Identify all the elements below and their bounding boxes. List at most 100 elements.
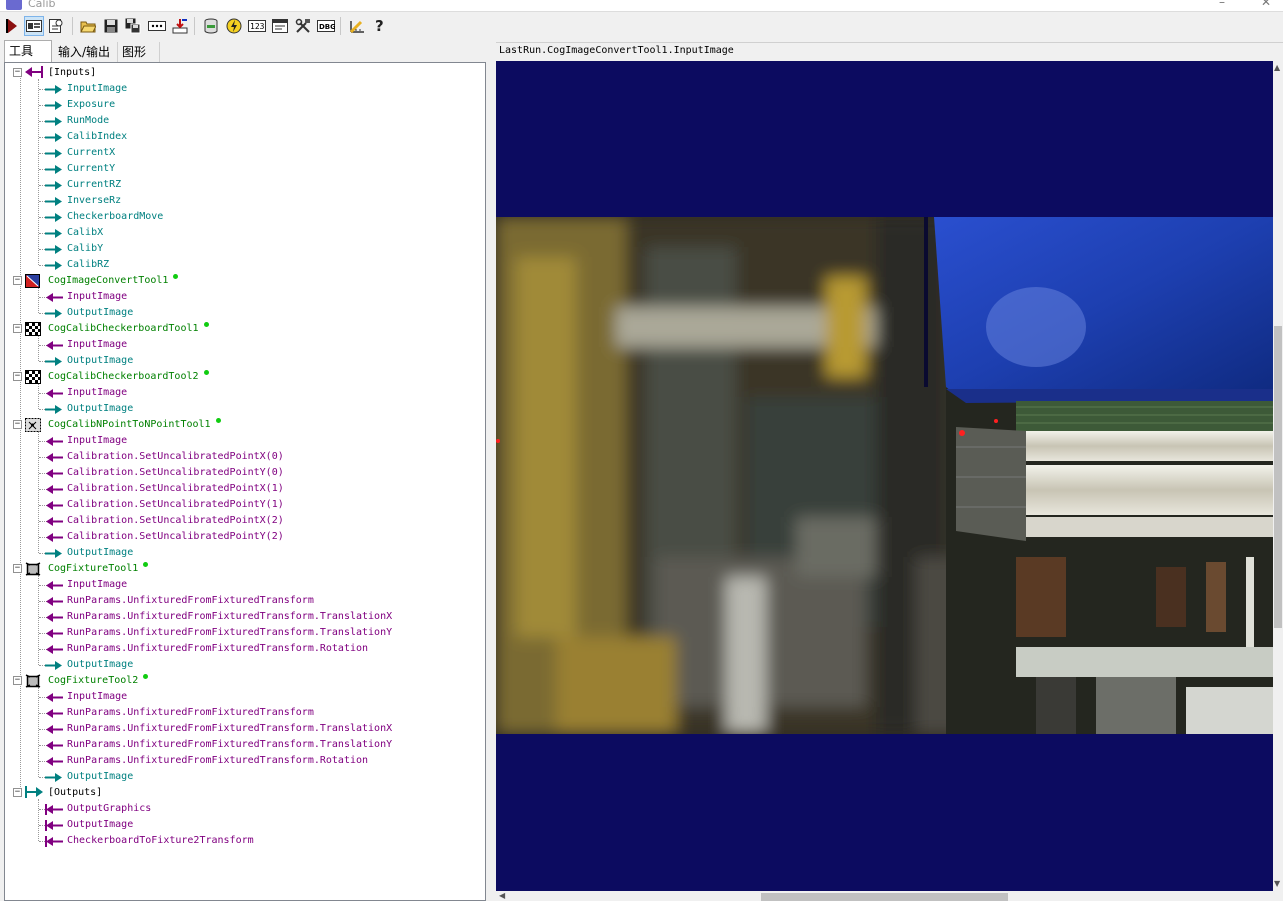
tree-tool-node[interactable]: − CogImageConvertTool1 (5, 273, 485, 289)
tree-terminal-node[interactable]: Exposure (5, 97, 485, 113)
tree-terminal-node[interactable]: InputImage (5, 81, 485, 97)
tree-tool-node[interactable]: − CogFixtureTool1 (5, 561, 485, 577)
terminal-icon[interactable] (270, 16, 290, 36)
database-icon[interactable] (201, 16, 221, 36)
tree-group-node[interactable]: − [Outputs] (5, 785, 485, 801)
tree-terminal-node[interactable]: CheckerboardMove (5, 209, 485, 225)
collapse-icon[interactable]: − (13, 788, 22, 797)
tree-terminal-node[interactable]: RunParams.UnfixturedFromFixturedTransfor… (5, 593, 485, 609)
tree-terminal-node[interactable]: InputImage (5, 577, 485, 593)
tree-terminal-node[interactable]: RunParams.UnfixturedFromFixturedTransfor… (5, 625, 485, 641)
close-icon[interactable]: ✕ (1256, 0, 1276, 9)
open-folder-icon[interactable] (78, 16, 98, 36)
minimize-icon[interactable]: – (1212, 0, 1232, 9)
tree-terminal-node[interactable]: OutputImage (5, 305, 485, 321)
tab-graphics[interactable]: 图形 (118, 42, 160, 62)
run-icon[interactable] (2, 16, 22, 36)
save-as-icon[interactable] (123, 16, 143, 36)
image-display[interactable] (496, 61, 1273, 891)
viewer-header: LastRun.CogImageConvertTool1.InputImage (496, 42, 1283, 60)
vertical-scroll-thumb[interactable] (1274, 326, 1282, 628)
tree-node-label: Calibration.SetUncalibratedPointY(2) (67, 531, 284, 542)
npoint-tool-icon (25, 418, 43, 432)
tree-terminal-node[interactable]: Calibration.SetUncalibratedPointX(0) (5, 449, 485, 465)
tree-terminal-node[interactable]: RunParams.UnfixturedFromFixturedTransfor… (5, 705, 485, 721)
tree-terminal-node[interactable]: OutputImage (5, 817, 485, 833)
tree-terminal-node[interactable]: OutputImage (5, 769, 485, 785)
input-arrow-icon (45, 148, 63, 159)
collapse-icon[interactable]: − (13, 564, 22, 573)
collapse-icon[interactable]: − (13, 324, 22, 333)
tree-terminal-node[interactable]: OutputGraphics (5, 801, 485, 817)
tree-terminal-node[interactable]: InputImage (5, 289, 485, 305)
tree-tool-node[interactable]: − CogFixtureTool2 (5, 673, 485, 689)
lightning-icon[interactable] (224, 16, 244, 36)
tree-tool-node[interactable]: − CogCalibCheckerboardTool1 (5, 321, 485, 337)
tree-terminal-node[interactable]: Calibration.SetUncalibratedPointY(0) (5, 465, 485, 481)
tree-terminal-node[interactable]: RunParams.UnfixturedFromFixturedTransfor… (5, 721, 485, 737)
tree-terminal-node[interactable]: OutputImage (5, 657, 485, 673)
ellipsis-icon[interactable] (147, 16, 167, 36)
output-arrow-icon (45, 484, 63, 495)
tree-terminal-node[interactable]: CurrentY (5, 161, 485, 177)
numeric-label: 123 (250, 22, 265, 31)
tree-terminal-node[interactable]: RunMode (5, 113, 485, 129)
tree-node-label: [Inputs] (48, 67, 97, 78)
import-icon[interactable] (170, 16, 190, 36)
scroll-down-icon[interactable]: ▼ (1274, 879, 1280, 888)
tree-terminal-node[interactable]: CalibX (5, 225, 485, 241)
tree-terminal-node[interactable]: CurrentRZ (5, 177, 485, 193)
tree-terminal-node[interactable]: OutputImage (5, 353, 485, 369)
collapse-icon[interactable]: − (13, 676, 22, 685)
tree-terminal-node[interactable]: Calibration.SetUncalibratedPointX(2) (5, 513, 485, 529)
tree-group-node[interactable]: − [Inputs] (5, 65, 485, 81)
tree-terminal-node[interactable]: OutputImage (5, 401, 485, 417)
dbg-icon[interactable]: DBG (316, 16, 336, 36)
tab-tools[interactable]: 工具 (4, 40, 52, 62)
tree-node-label: CogFixtureTool1 (48, 563, 139, 574)
collapse-icon[interactable]: − (13, 372, 22, 381)
tree-terminal-node[interactable]: Calibration.SetUncalibratedPointX(1) (5, 481, 485, 497)
save-icon[interactable] (101, 16, 121, 36)
tree-terminal-node[interactable]: Calibration.SetUncalibratedPointY(1) (5, 497, 485, 513)
tree-tool-node[interactable]: − CogCalibCheckerboardTool2 (5, 369, 485, 385)
tool-tree[interactable]: − [Inputs] InputImage Exposure RunMode CalibI… (4, 62, 486, 901)
tree-terminal-node[interactable]: RunParams.UnfixturedFromFixturedTransfor… (5, 641, 485, 657)
tree-tool-node[interactable]: − CogCalibNPointToNPointTool1 (5, 417, 485, 433)
tree-terminal-node[interactable]: RunParams.UnfixturedFromFixturedTransfor… (5, 737, 485, 753)
tree-terminal-node[interactable]: RunParams.UnfixturedFromFixturedTransfor… (5, 609, 485, 625)
vertical-scrollbar[interactable]: ▲ ▼ (1273, 61, 1283, 891)
tree-terminal-node[interactable]: InputImage (5, 385, 485, 401)
ruler-icon[interactable] (347, 16, 367, 36)
tree-node-label: CalibY (67, 243, 104, 254)
numeric-123-icon[interactable]: 123 (247, 16, 267, 36)
horizontal-scroll-thumb[interactable] (761, 893, 1008, 901)
tree-terminal-node[interactable]: CalibY (5, 241, 485, 257)
help-icon[interactable]: ? (370, 16, 390, 36)
collapse-icon[interactable]: − (13, 420, 22, 429)
collapse-icon[interactable]: − (13, 276, 22, 285)
tools-icon[interactable] (293, 16, 313, 36)
input-arrow-icon (45, 244, 63, 255)
tree-terminal-node[interactable]: CurrentX (5, 145, 485, 161)
tree-terminal-node[interactable]: CheckerboardToFixture2Transform (5, 833, 485, 849)
tree-terminal-node[interactable]: InputImage (5, 689, 485, 705)
tree-terminal-node[interactable]: CalibIndex (5, 129, 485, 145)
tree-terminal-node[interactable]: OutputImage (5, 545, 485, 561)
status-ok-dot (173, 274, 179, 279)
scroll-up-icon[interactable]: ▲ (1274, 63, 1280, 72)
tree-terminal-node[interactable]: InverseRz (5, 193, 485, 209)
horizontal-scrollbar[interactable]: ◀ (496, 891, 1283, 901)
collapse-icon[interactable]: − (13, 68, 22, 77)
tree-terminal-node[interactable]: RunParams.UnfixturedFromFixturedTransfor… (5, 753, 485, 769)
tree-terminal-node[interactable]: InputImage (5, 433, 485, 449)
scroll-left-icon[interactable]: ◀ (499, 891, 505, 900)
image-display-icon[interactable] (24, 16, 44, 36)
tree-terminal-node[interactable]: CalibRZ (5, 257, 485, 273)
tree-terminal-node[interactable]: Calibration.SetUncalibratedPointY(2) (5, 529, 485, 545)
tree-terminal-node[interactable]: InputImage (5, 337, 485, 353)
edit-icon[interactable] (46, 16, 66, 36)
tab-io[interactable]: 输入/输出 (54, 42, 118, 62)
output-arrow-icon (45, 836, 63, 847)
status-ok-dot (143, 562, 149, 567)
